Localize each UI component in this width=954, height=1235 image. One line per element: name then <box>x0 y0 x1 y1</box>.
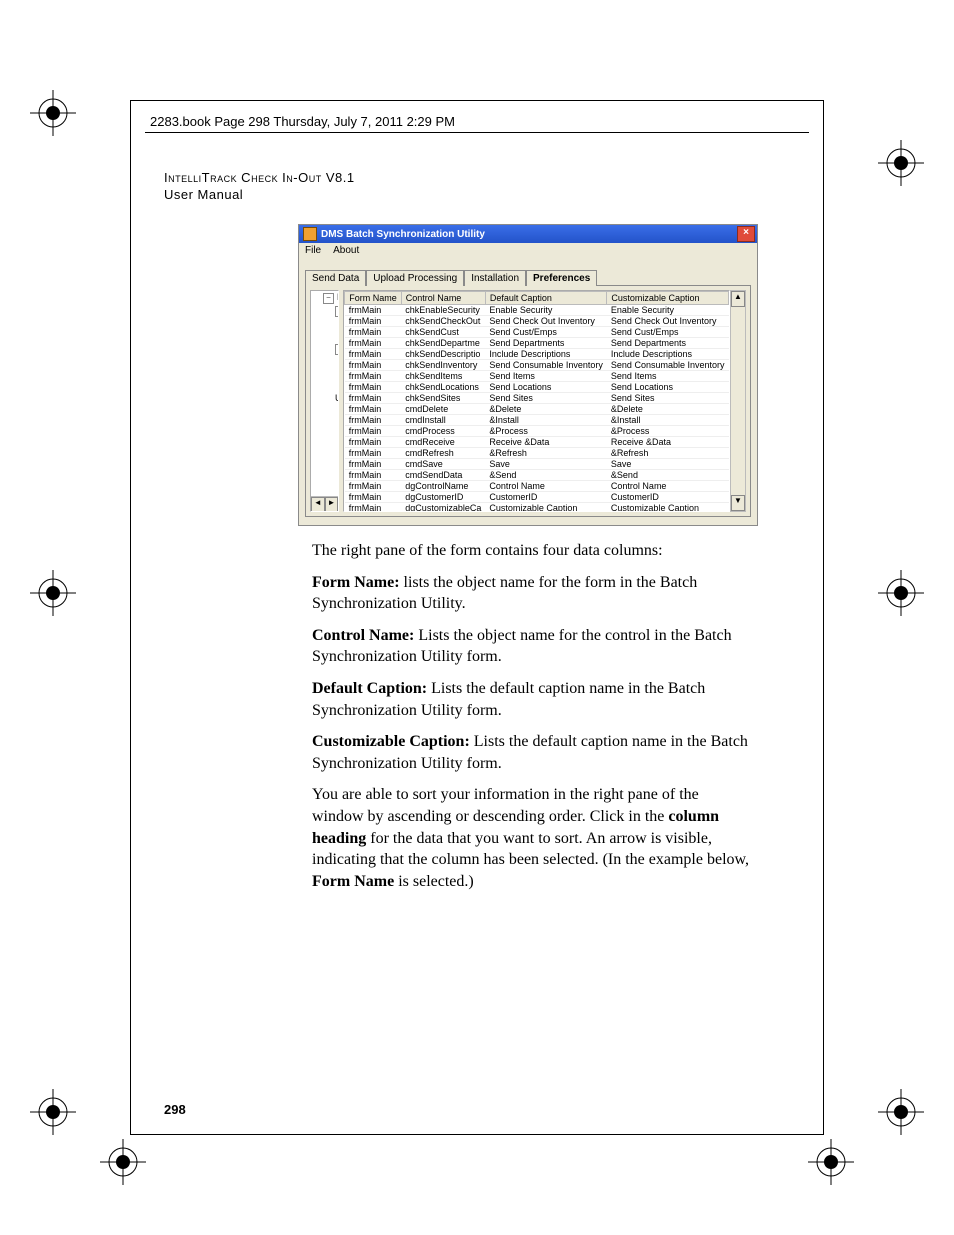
menu-about[interactable]: About <box>333 245 359 261</box>
paragraph: Default Caption: Lists the default capti… <box>312 678 752 721</box>
scroll-down-icon[interactable]: ▼ <box>731 495 745 511</box>
column-header[interactable]: Default Caption <box>485 292 607 305</box>
rule <box>145 132 809 133</box>
app-icon <box>303 227 317 241</box>
table-row[interactable]: frmMainchkSendCustSend Cust/EmpsSend Cus… <box>345 327 729 338</box>
page-number: 298 <box>164 1102 186 1117</box>
window-title: DMS Batch Synchronization Utility <box>321 229 485 240</box>
registration-mark-icon <box>30 570 76 616</box>
paragraph: Form Name: lists the object name for the… <box>312 572 752 615</box>
registration-mark-icon <box>878 570 924 616</box>
tab-upload-processing[interactable]: Upload Processing <box>366 270 464 286</box>
paragraph: The right pane of the form contains four… <box>312 540 752 562</box>
table-row[interactable]: frmMainchkSendDepartmeSend DepartmentsSe… <box>345 338 729 349</box>
scroll-left-icon[interactable]: ◄ <box>311 497 325 512</box>
table-row[interactable]: frmMainchkSendLocationsSend LocationsSen… <box>345 382 729 393</box>
table-row[interactable]: frmMaincmdDelete&Delete&Delete <box>345 404 729 415</box>
tree-root[interactable]: Localization <box>337 292 339 302</box>
table-row[interactable]: frmMaincmdRefresh&Refresh&Refresh <box>345 448 729 459</box>
registration-mark-icon <box>808 1139 854 1185</box>
menubar: File About <box>299 243 757 263</box>
expand-icon[interactable]: − <box>323 293 334 304</box>
paragraph: Customizable Caption: Lists the default … <box>312 731 752 774</box>
column-header[interactable]: Form Name <box>345 292 402 305</box>
table-row[interactable]: frmMainchkSendItemsSend ItemsSend Items <box>345 371 729 382</box>
table-row[interactable]: frmMaincmdSendData&Send&Send <box>345 470 729 481</box>
table-row[interactable]: frmMainchkSendSitesSend SitesSend Sites <box>345 393 729 404</box>
page-header: IntelliTrack Check In-Out V8.1 User Manu… <box>164 170 355 202</box>
table-row[interactable]: frmMaindgCustomerIDCustomerIDCustomerID <box>345 492 729 503</box>
titlebar[interactable]: DMS Batch Synchronization Utility × <box>299 225 757 243</box>
expand-icon[interactable]: − <box>335 344 339 355</box>
expand-icon[interactable]: − <box>335 306 339 317</box>
paragraph: Control Name: Lists the object name for … <box>312 625 752 668</box>
tree-node[interactable]: Upload Processing <box>333 392 338 404</box>
body-text: The right pane of the form contains four… <box>312 540 752 902</box>
paragraph: You are able to sort your information in… <box>312 784 752 892</box>
table-row[interactable]: frmMaincmdSaveSaveSave <box>345 459 729 470</box>
horizontal-scrollbar[interactable]: ◄ ► <box>311 496 338 511</box>
data-grid[interactable]: Form NameControl NameDefault CaptionCust… <box>343 290 730 512</box>
table-row[interactable]: frmMainchkSendCheckOutSend Check Out Inv… <box>345 316 729 327</box>
header-title: IntelliTrack Check In-Out V8.1 <box>164 170 355 185</box>
table-row[interactable]: frmMaindgCustomizableCaCustomizable Capt… <box>345 503 729 513</box>
table-row[interactable]: frmMaindgControlNameControl NameControl … <box>345 481 729 492</box>
table-row[interactable]: frmMainchkSendDescriptioInclude Descript… <box>345 349 729 360</box>
table-row[interactable]: frmMainchkEnableSecurityEnable SecurityE… <box>345 305 729 316</box>
tab-strip: Send Data Upload Processing Installation… <box>305 269 751 285</box>
vertical-scrollbar[interactable]: ▲ ▼ <box>730 290 746 512</box>
header-subtitle: User Manual <box>164 187 355 202</box>
close-button[interactable]: × <box>737 226 755 242</box>
app-window: DMS Batch Synchronization Utility × File… <box>298 224 758 526</box>
column-header[interactable]: Customizable Caption <box>607 292 729 305</box>
table-row[interactable]: frmMaincmdInstall&Install&Install <box>345 415 729 426</box>
tree-view[interactable]: −Localization −Batch Portable Applicatio… <box>310 290 339 512</box>
tab-send-data[interactable]: Send Data <box>305 270 366 286</box>
registration-mark-icon <box>30 1089 76 1135</box>
scroll-up-icon[interactable]: ▲ <box>731 291 745 307</box>
table-row[interactable]: frmMaincmdProcess&Process&Process <box>345 426 729 437</box>
registration-mark-icon <box>878 140 924 186</box>
tab-preferences[interactable]: Preferences <box>526 270 597 286</box>
table-row[interactable]: frmMaincmdReceiveReceive &DataReceive &D… <box>345 437 729 448</box>
scroll-right-icon[interactable]: ► <box>325 497 339 512</box>
book-metadata-line: 2283.book Page 298 Thursday, July 7, 201… <box>150 114 455 129</box>
tab-installation[interactable]: Installation <box>464 270 526 286</box>
registration-mark-icon <box>878 1089 924 1135</box>
menu-file[interactable]: File <box>305 245 321 261</box>
registration-mark-icon <box>30 90 76 136</box>
registration-mark-icon <box>100 1139 146 1185</box>
column-header[interactable]: Control Name <box>401 292 485 305</box>
table-row[interactable]: frmMainchkSendInventorySend Consumable I… <box>345 360 729 371</box>
